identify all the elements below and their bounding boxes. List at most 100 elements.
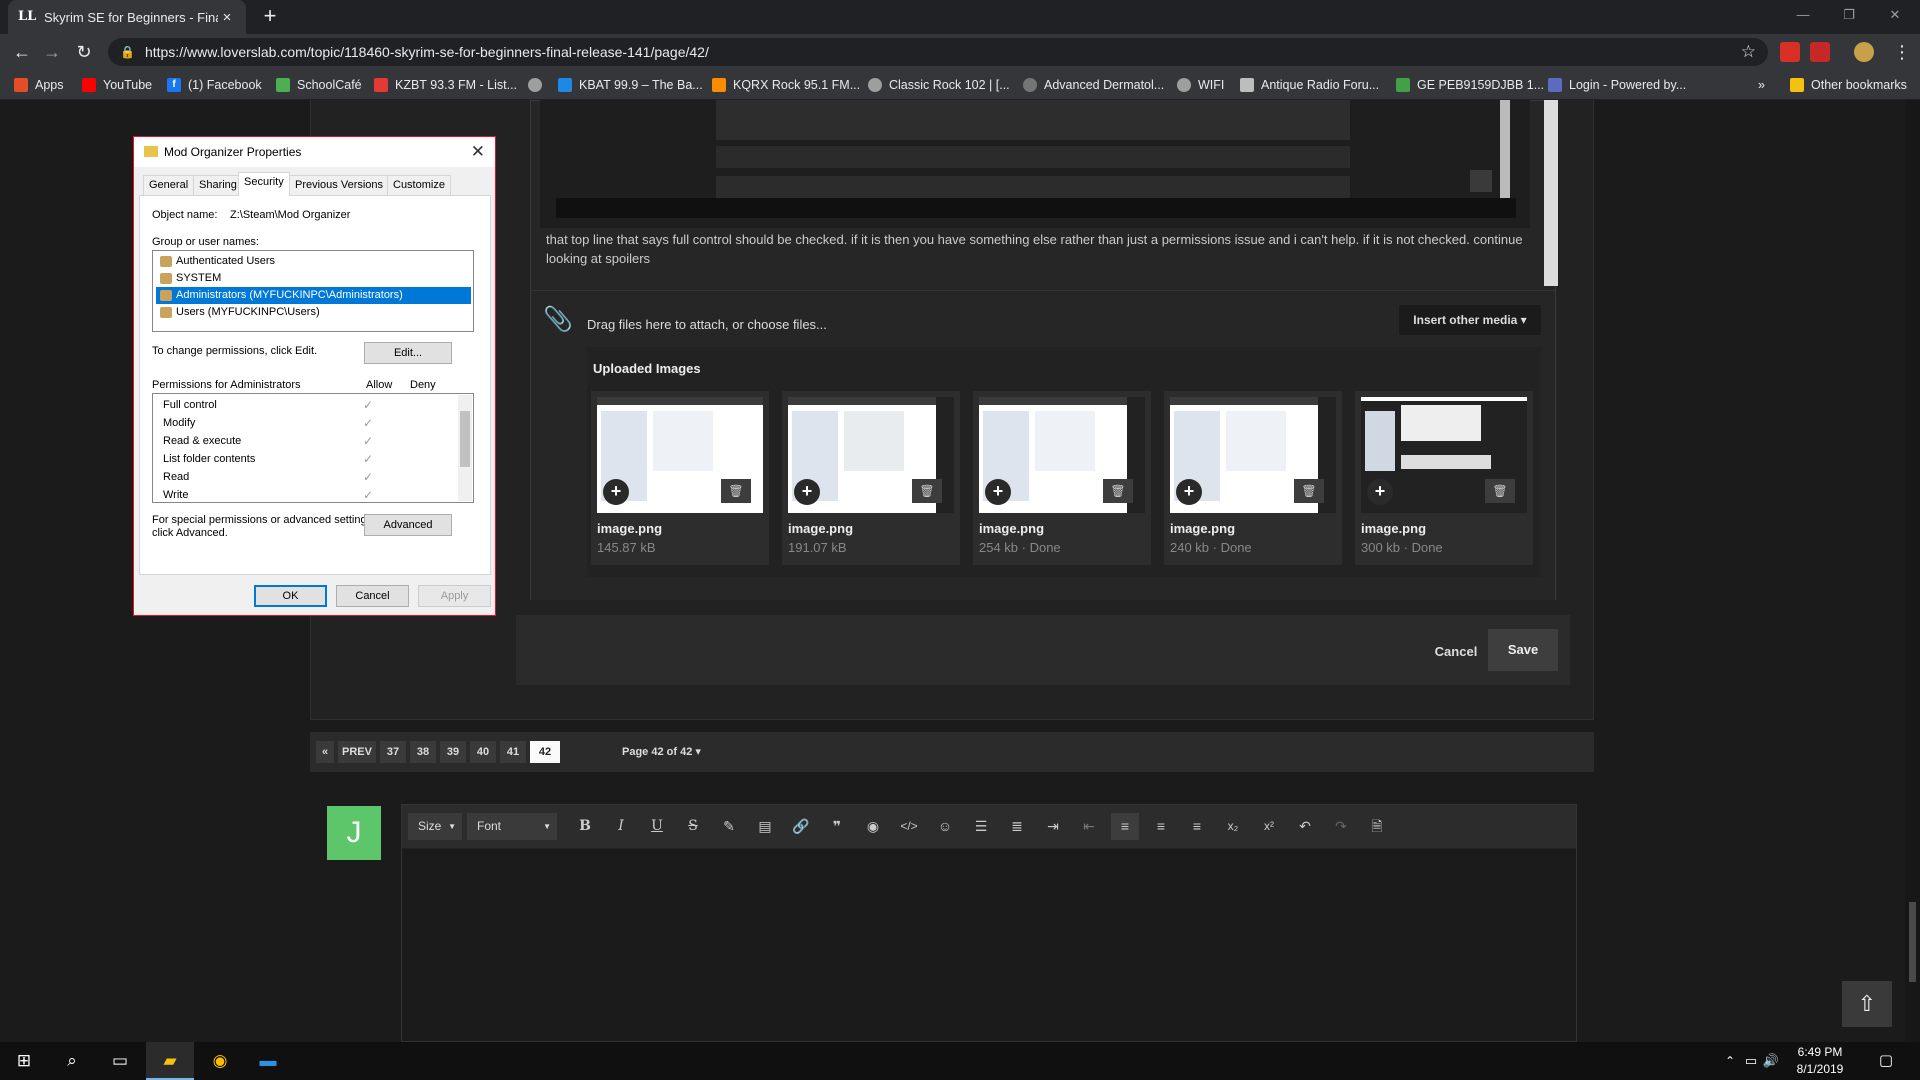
- undo-icon[interactable]: ↶: [1291, 813, 1319, 840]
- ok-button[interactable]: OK: [254, 585, 327, 607]
- code-icon[interactable]: </>: [895, 813, 923, 840]
- superscript-icon[interactable]: x²: [1255, 813, 1283, 840]
- permissions-listbox[interactable]: Full control ✓ Modify ✓ Read & execute ✓ Li…: [152, 393, 474, 503]
- quote-icon[interactable]: ❞: [823, 813, 851, 840]
- page-link[interactable]: 40: [470, 741, 496, 763]
- rich-text-editor[interactable]: Size ▼ Font ▼ B I U S ✎ ▤ 🔗 ❞ ◉ </> ☺ ☰ ≣ …: [401, 804, 1577, 1042]
- user-row[interactable]: Users (MYFUCKINPC\Users): [156, 304, 471, 321]
- trash-icon[interactable]: 🗑: [1103, 479, 1133, 503]
- numbered-list-icon[interactable]: ≣: [1003, 813, 1031, 840]
- bookmark-kzbt[interactable]: KZBT 93.3 FM - List...: [374, 76, 517, 94]
- insert-image-icon[interactable]: +: [1367, 479, 1393, 505]
- close-tab-icon[interactable]: ×: [218, 9, 236, 26]
- bookmark-ge[interactable]: GE PEB9159DJBB 1...: [1396, 76, 1544, 94]
- abp-extension-icon[interactable]: [1810, 42, 1830, 62]
- indent-icon[interactable]: ⇥: [1039, 813, 1067, 840]
- page-link[interactable]: 37: [380, 741, 406, 763]
- bookmark-login[interactable]: Login - Powered by...: [1548, 76, 1686, 94]
- align-center-icon[interactable]: ≡: [1147, 813, 1175, 840]
- current-page[interactable]: 42: [530, 741, 560, 763]
- bookmark-globe[interactable]: [528, 76, 549, 94]
- page-jump-dropdown[interactable]: Page 42 of 42 ▾: [622, 741, 701, 763]
- insert-other-media-button[interactable]: Insert other media ▾: [1399, 305, 1541, 335]
- new-tab-button[interactable]: +: [258, 5, 282, 29]
- attachment-area[interactable]: 📎 Drag files here to attach, or choose f…: [531, 290, 1555, 600]
- bookmark-classic-rock[interactable]: Classic Rock 102 | [...: [868, 76, 1010, 94]
- close-icon[interactable]: ✕: [471, 142, 485, 162]
- emoji-icon[interactable]: ☺: [931, 813, 959, 840]
- insert-image-icon[interactable]: +: [603, 479, 629, 505]
- bookmark-kqrx[interactable]: KQRX Rock 95.1 FM...: [712, 76, 860, 94]
- edit-button[interactable]: Edit...: [364, 342, 452, 364]
- address-bar[interactable]: 🔒 https://www.loverslab.com/topic/118460…: [108, 38, 1768, 66]
- page-link[interactable]: 41: [500, 741, 526, 763]
- user-row-selected[interactable]: Administrators (MYFUCKINPC\Administrator…: [156, 287, 471, 304]
- bookmark-youtube[interactable]: YouTube: [82, 76, 152, 94]
- bookmark-apps[interactable]: Apps: [14, 76, 64, 94]
- dialog-cancel-button[interactable]: Cancel: [336, 585, 409, 607]
- uploaded-image-card[interactable]: + 🗑 image.png 240 kb · Done: [1164, 391, 1342, 565]
- scrollbar-thumb[interactable]: [1909, 902, 1916, 982]
- source-document-icon[interactable]: 🗎: [1363, 813, 1391, 840]
- tab-security[interactable]: Security: [238, 172, 290, 196]
- bulleted-list-icon[interactable]: ☰: [967, 813, 995, 840]
- save-button[interactable]: Save: [1488, 629, 1558, 671]
- page-link[interactable]: 38: [410, 741, 436, 763]
- cancel-button[interactable]: Cancel: [1420, 635, 1492, 669]
- uploaded-image-card[interactable]: + 🗑 image.png 300 kb · Done: [1355, 391, 1533, 565]
- drag-files-text[interactable]: Drag files here to attach, or choose fil…: [587, 317, 827, 332]
- forward-arrow-icon[interactable]: →: [40, 40, 64, 64]
- action-center-icon[interactable]: ▢: [1866, 1042, 1906, 1080]
- chrome-icon[interactable]: ◉: [196, 1042, 244, 1080]
- trash-icon[interactable]: 🗑: [912, 479, 942, 503]
- editor-scrollbar[interactable]: [1544, 100, 1558, 286]
- underline-icon[interactable]: U: [643, 813, 671, 840]
- insert-image-icon[interactable]: +: [1176, 479, 1202, 505]
- bookmark-kbat[interactable]: KBAT 99.9 – The Ba...: [558, 76, 703, 94]
- bold-icon[interactable]: B: [571, 813, 599, 840]
- back-arrow-icon[interactable]: ←: [10, 40, 34, 64]
- bookmark-dermatology[interactable]: Advanced Dermatol...: [1023, 76, 1164, 94]
- first-page-button[interactable]: «: [316, 741, 334, 763]
- file-explorer-icon[interactable]: ▰: [146, 1042, 194, 1080]
- users-listbox[interactable]: Authenticated Users SYSTEM Administrator…: [152, 250, 474, 332]
- font-size-dropdown[interactable]: Size ▼: [408, 813, 462, 840]
- network-icon[interactable]: ▭: [1740, 1042, 1762, 1080]
- adblock-extension-icon[interactable]: [1780, 42, 1800, 62]
- subscript-icon[interactable]: x₂: [1219, 813, 1247, 840]
- bookmark-schoolcafe[interactable]: SchoolCafé: [276, 76, 362, 94]
- url-text[interactable]: https://www.loverslab.com/topic/118460-s…: [145, 44, 1741, 60]
- page-scrollbar[interactable]: [1905, 100, 1920, 1042]
- tab-previous-versions[interactable]: Previous Versions: [289, 175, 390, 195]
- reload-icon[interactable]: ↻: [72, 40, 96, 64]
- italic-icon[interactable]: I: [607, 813, 635, 840]
- restore-window-icon[interactable]: ❐: [1826, 0, 1872, 30]
- bookmark-antique-radio[interactable]: Antique Radio Foru...: [1240, 76, 1379, 94]
- link-icon[interactable]: 🔗: [787, 813, 815, 840]
- advanced-button[interactable]: Advanced: [364, 514, 452, 536]
- page-link[interactable]: 39: [440, 741, 466, 763]
- system-clock[interactable]: 6:49 PM 8/1/2019: [1784, 1044, 1856, 1078]
- align-left-icon[interactable]: ≡: [1111, 813, 1139, 840]
- insert-image-icon[interactable]: +: [985, 479, 1011, 505]
- browser-menu-icon[interactable]: ⋮: [1890, 40, 1914, 64]
- bookmark-wifi[interactable]: WIFI: [1177, 76, 1224, 94]
- more-bookmarks-chevron[interactable]: »: [1758, 76, 1765, 94]
- tab-sharing[interactable]: Sharing: [193, 175, 243, 195]
- close-window-icon[interactable]: ✕: [1872, 0, 1918, 30]
- spoiler-eye-icon[interactable]: ◉: [859, 813, 887, 840]
- outdent-icon[interactable]: ⇤: [1075, 813, 1103, 840]
- paste-options-icon[interactable]: ▤: [751, 813, 779, 840]
- scrollbar-thumb[interactable]: [460, 411, 470, 467]
- insert-image-icon[interactable]: +: [794, 479, 820, 505]
- font-family-dropdown[interactable]: Font ▼: [467, 813, 557, 840]
- task-view-icon[interactable]: ▭: [96, 1042, 144, 1080]
- user-row[interactable]: Authenticated Users: [156, 253, 471, 270]
- user-row[interactable]: SYSTEM: [156, 270, 471, 287]
- show-hidden-icons[interactable]: ⌃: [1720, 1042, 1740, 1080]
- apply-button[interactable]: Apply: [418, 585, 491, 607]
- prev-page-button[interactable]: PREV: [338, 741, 376, 763]
- trash-icon[interactable]: 🗑: [1294, 479, 1324, 503]
- strikethrough-icon[interactable]: S: [679, 813, 707, 840]
- trash-icon[interactable]: 🗑: [1485, 479, 1515, 503]
